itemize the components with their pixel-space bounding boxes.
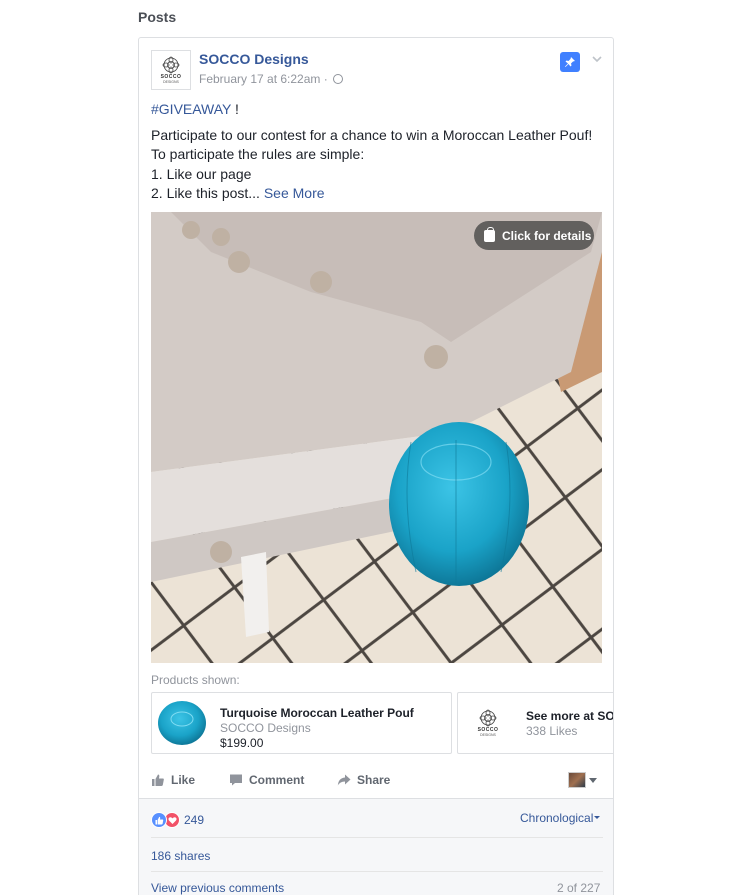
product-thumbnail [156, 697, 208, 749]
comment-label: Comment [249, 773, 305, 787]
post-header: SOCCO DESIGNS SOCCO Designs February 17 … [151, 50, 603, 90]
divider [151, 871, 603, 872]
message-line: 1. Like our page [151, 165, 252, 182]
share-label: Share [357, 773, 391, 787]
globe-icon [333, 74, 344, 84]
post-card: SOCCO DESIGNS SOCCO Designs February 17 … [138, 37, 614, 895]
action-bar: Like Comment Share [151, 768, 603, 796]
products-shown-label: Products shown: [151, 673, 240, 687]
message-line: 2. Like this post... See More [151, 184, 603, 204]
product-seller: SOCCO Designs [220, 721, 311, 735]
like-label: Like [171, 773, 196, 787]
logo-subtext: DESIGNS [480, 733, 496, 737]
sort-label: Chronological [520, 811, 594, 825]
product-card[interactable]: Turquoise Moroccan Leather Pouf SOCCO De… [151, 692, 452, 754]
hashtag-suffix: ! [231, 101, 239, 117]
comment-icon [230, 774, 242, 786]
share-icon [337, 774, 351, 786]
see-more-link[interactable]: See More [264, 185, 325, 201]
see-more-title: See more at SOCCO [526, 709, 614, 723]
hashtag-link[interactable]: #GIVEAWAY [151, 101, 231, 117]
reactions-summary[interactable]: 249 [151, 811, 204, 829]
message-line: Participate to our contest for a chance … [151, 126, 593, 143]
shares-link[interactable]: 186 shares [151, 849, 210, 863]
reaction-count: 249 [184, 813, 205, 827]
click-for-details-button[interactable]: Click for details [474, 221, 594, 250]
product-name: Turquoise Moroccan Leather Pouf [220, 706, 414, 720]
view-previous-comments-link[interactable]: View previous comments [151, 881, 284, 895]
comment-sort-dropdown[interactable]: Chronological [520, 811, 601, 825]
pin-icon [565, 57, 575, 67]
divider [151, 837, 603, 838]
caret-down-icon [594, 816, 601, 819]
product-price: $199.00 [220, 736, 264, 750]
viewer-dropdown-caret[interactable] [589, 778, 597, 783]
page-name-link[interactable]: SOCCO Designs [199, 51, 309, 67]
message-last-line: 2. Like this post... [151, 185, 264, 201]
shopping-bag-icon [484, 226, 495, 242]
pin-button[interactable] [560, 52, 580, 72]
comment-page-count: 2 of 227 [557, 881, 601, 895]
post-footer: 249 Chronological 186 shares View previo… [139, 798, 613, 895]
photo-illustration [151, 212, 602, 663]
section-title: Posts [138, 9, 177, 25]
post-photo[interactable]: Click for details [151, 212, 602, 663]
click-for-details-label: Click for details [502, 228, 592, 243]
like-reaction-icon [151, 812, 167, 828]
timestamp-text: February 17 at 6:22am · [199, 72, 328, 86]
comment-button[interactable]: Comment [229, 773, 304, 787]
page-logo-thumb: SOCCO DESIGNS [468, 697, 508, 749]
logo-subtext: DESIGNS [163, 80, 179, 84]
socco-logo-icon [479, 709, 497, 727]
post-message: #GIVEAWAY ! Participate to our contest f… [151, 100, 603, 204]
share-button[interactable]: Share [337, 773, 390, 787]
post-timestamp[interactable]: February 17 at 6:22am · [199, 72, 344, 86]
like-button[interactable]: Like [151, 773, 195, 787]
chevron-down-icon[interactable] [590, 52, 604, 66]
message-line: To participate the rules are simple: [151, 146, 365, 162]
page-avatar[interactable]: SOCCO DESIGNS [151, 50, 191, 90]
page-likes-count: 338 Likes [526, 724, 578, 738]
like-icon [152, 774, 164, 786]
hashtag-line: #GIVEAWAY ! [151, 100, 603, 120]
viewer-avatar[interactable] [568, 772, 586, 788]
see-more-page-card[interactable]: SOCCO DESIGNS See more at SOCCO 338 Like… [457, 692, 614, 754]
socco-logo-icon [162, 56, 180, 74]
